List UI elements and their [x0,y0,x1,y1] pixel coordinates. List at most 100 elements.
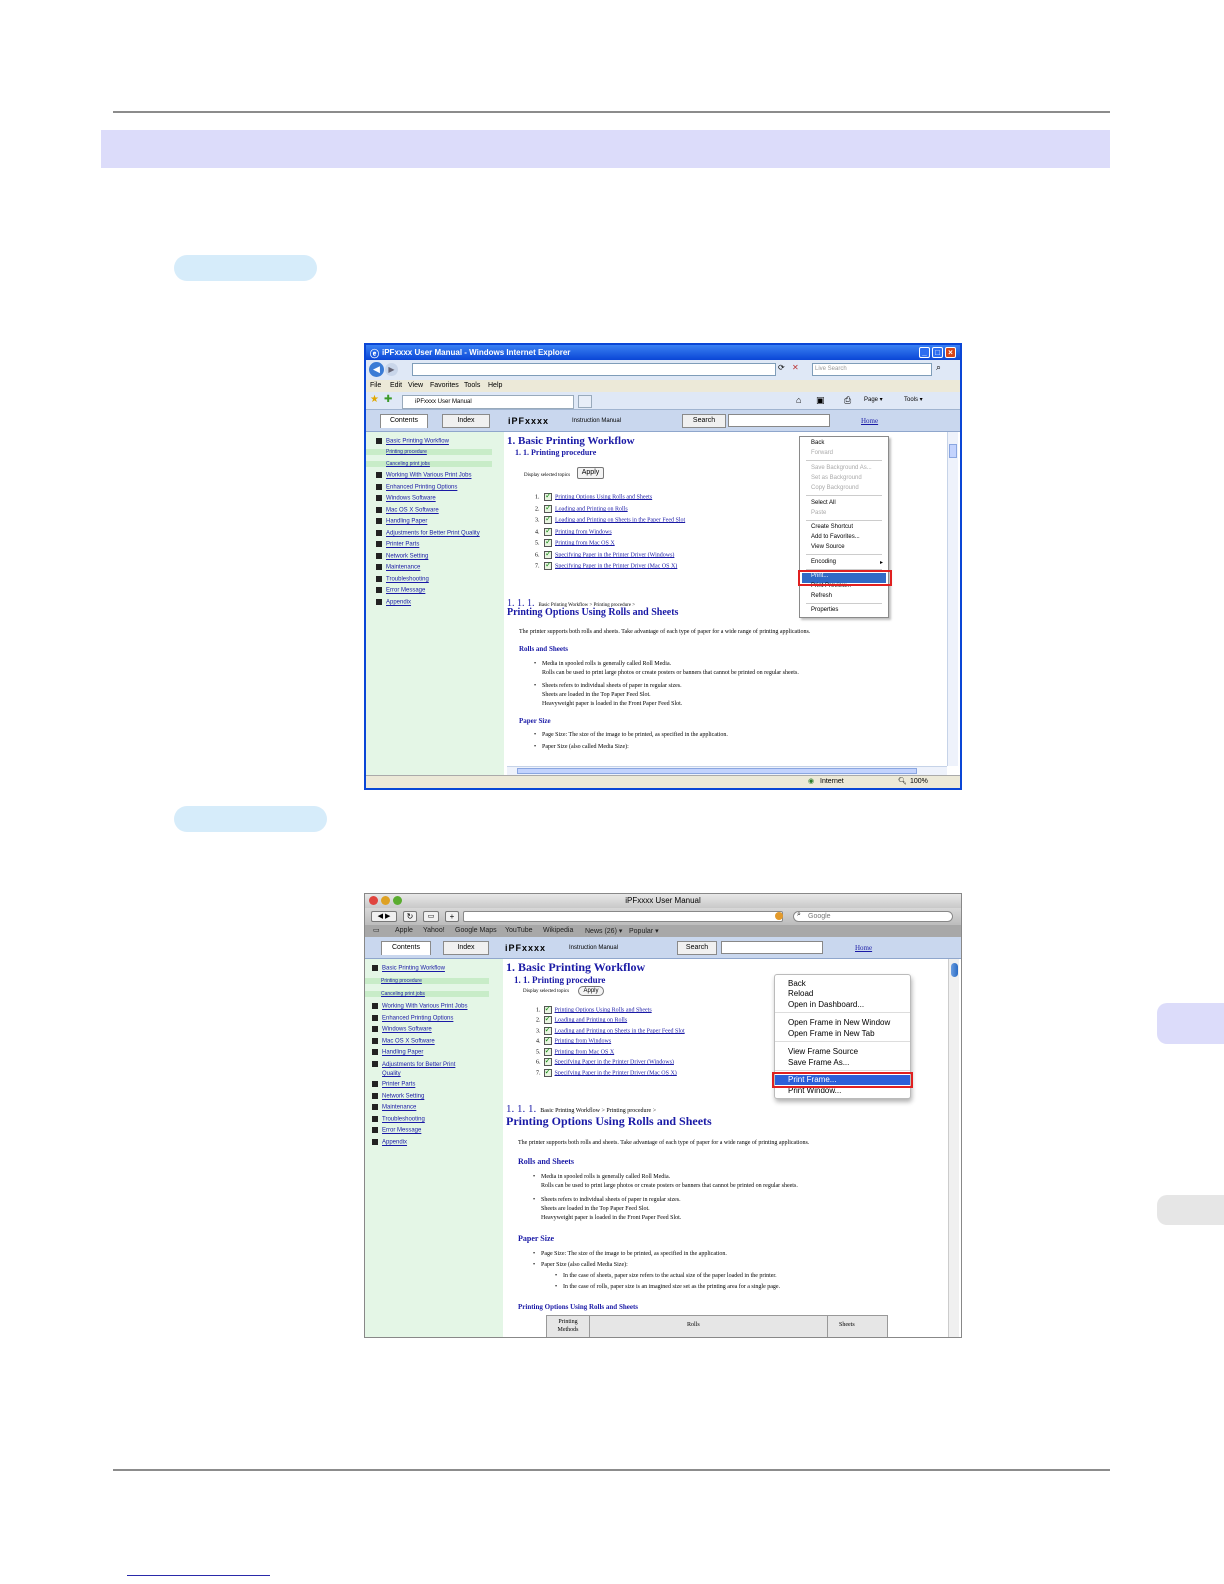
bookmark-apple[interactable]: Apple [395,927,413,934]
nav-item-appendix[interactable]: Appendix [365,1139,407,1146]
nav-item-handling-paper[interactable]: Handling Paper [365,1049,423,1056]
refresh-icon[interactable]: ⟳ [778,363,785,372]
menu-paste[interactable]: Paste [800,510,888,516]
print-icon[interactable]: ⎙ [844,395,851,406]
topic-row-6[interactable]: 6. Specifying Paper in the Printer Drive… [536,1056,674,1066]
menu-help[interactable]: Help [488,382,502,389]
scroll-thumb[interactable] [949,444,957,458]
rss-icon[interactable] [775,912,783,920]
search-button[interactable]: Search [677,941,717,955]
add-favorite-icon[interactable]: ✚ [384,394,392,405]
expand-icon[interactable] [376,541,382,547]
nav-item-enhanced-options[interactable]: Enhanced Printing Options [365,1015,453,1022]
nav-item-error-message[interactable]: Error Message [366,587,425,594]
feeds-icon[interactable]: ▣ [816,395,825,406]
checkbox-icon[interactable] [543,1025,552,1035]
apply-button[interactable]: Apply [577,467,604,479]
topic-row-2[interactable]: 2. Loading and Printing on Rolls [535,503,628,513]
expand-icon[interactable] [376,518,382,524]
bookmark-youtube[interactable]: YouTube [505,927,533,934]
apply-button[interactable]: Apply [578,986,604,996]
nav-item-mac-software[interactable]: Mac OS X Software [365,1038,435,1045]
menu-view[interactable]: View [408,382,423,389]
topic-row-5[interactable]: 5. Printing from Mac OS X [536,1046,614,1056]
add-bookmark-icon[interactable]: + [445,911,459,922]
favorites-star-icon[interactable]: ★ [370,394,379,405]
vertical-scrollbar[interactable] [948,959,959,1337]
topic-row-4[interactable]: 4. Printing from Windows [536,1035,611,1045]
menu-encoding[interactable]: Encoding ▸ [800,559,888,566]
nav-item-canceling-jobs[interactable]: Canceling print jobs [366,461,492,467]
topic-row-1[interactable]: 1. Printing Options Using Rolls and Shee… [536,1004,652,1014]
checkbox-icon[interactable] [544,537,552,547]
menu-create-shortcut[interactable]: Create Shortcut [800,524,888,530]
expand-icon[interactable] [372,1061,378,1068]
nav-item-basic-workflow[interactable]: Basic Printing Workflow [365,965,445,972]
topic-row-7[interactable]: 7. Specifying Paper in the Printer Drive… [535,560,677,570]
browser-tab[interactable]: iPFxxxx User Manual [402,395,574,409]
nav-item-maintenance[interactable]: Maintenance [366,564,420,571]
expand-icon[interactable] [372,1081,378,1087]
address-bar[interactable] [463,911,783,922]
menu-forward[interactable]: Forward [800,450,888,456]
expand-icon[interactable] [372,1127,378,1133]
zoom-icon[interactable]: 🔍︎ [898,777,907,785]
close-icon[interactable]: × [945,347,956,358]
search-input[interactable]: Google [793,911,953,922]
close-icon[interactable] [369,896,378,905]
home-link[interactable]: Home [855,944,872,952]
expand-icon[interactable] [376,599,382,605]
checkbox-icon[interactable] [544,560,552,570]
home-icon[interactable]: ⌂ [796,395,801,405]
home-link[interactable]: Home [861,417,878,425]
nav-item-troubleshooting[interactable]: Troubleshooting [366,576,429,583]
expand-icon[interactable] [376,553,382,559]
scroll-thumb[interactable] [951,963,958,977]
maximize-icon[interactable]: □ [932,347,943,358]
menu-select-all[interactable]: Select All [800,500,888,506]
nav-item-adjustments[interactable]: Adjustments for Better Print Quality [366,530,480,537]
expand-icon[interactable] [376,587,382,593]
checkbox-icon[interactable] [543,1004,552,1014]
back-icon[interactable]: ◀ [369,362,384,377]
nav-item-error-message[interactable]: Error Message [365,1127,421,1134]
topic-row-3[interactable]: 3. Loading and Printing on Sheets in the… [535,514,685,524]
zoom-icon[interactable] [393,896,402,905]
manual-search-input[interactable] [728,414,830,427]
nav-item-various-jobs[interactable]: Working With Various Print Jobs [365,1003,467,1010]
checkbox-icon[interactable] [543,1035,552,1045]
expand-icon[interactable] [372,1038,378,1044]
page-menu[interactable]: Page ▾ [864,396,883,403]
checkbox-icon[interactable] [544,514,552,524]
nav-item-network-setting[interactable]: Network Setting [365,1093,424,1100]
checkbox-icon[interactable] [543,1014,552,1024]
expand-icon[interactable] [372,1026,378,1032]
nav-item-mac-software[interactable]: Mac OS X Software [366,507,439,514]
topic-row-2[interactable]: 2. Loading and Printing on Rolls [536,1014,627,1024]
nav-item-windows-software[interactable]: Windows Software [365,1026,432,1033]
nav-item-network-setting[interactable]: Network Setting [366,553,428,560]
reload-icon[interactable]: ↻ [403,911,417,922]
nav-item-handling-paper[interactable]: Handling Paper [366,518,427,525]
expand-icon[interactable] [376,564,382,570]
expand-icon[interactable] [372,1104,378,1110]
nav-item-basic-workflow[interactable]: Basic Printing Workflow [366,438,449,445]
menu-reload[interactable]: Reload [775,989,910,998]
menu-open-frame-tab[interactable]: Open Frame in New Tab [775,1029,910,1038]
forward-icon[interactable]: ▶ [385,363,398,376]
search-input[interactable]: Live Search [812,363,932,376]
nav-item-maintenance[interactable]: Maintenance [365,1104,416,1111]
menu-back[interactable]: Back [800,440,888,446]
menu-favorites[interactable]: Favorites [430,382,459,389]
back-forward-icon[interactable]: ◀ ▶ [371,911,397,922]
h-scroll-thumb[interactable] [517,768,917,774]
checkbox-icon[interactable] [543,1067,552,1077]
stop-icon[interactable]: ✕ [792,363,799,372]
topic-row-5[interactable]: 5. Printing from Mac OS X [535,537,615,547]
expand-icon[interactable] [372,1049,378,1055]
tab-index[interactable]: Index [443,941,489,955]
bookmark-wikipedia[interactable]: Wikipedia [543,927,573,934]
menu-view-frame-source[interactable]: View Frame Source [775,1047,910,1056]
topic-row-7[interactable]: 7. Specifying Paper in the Printer Drive… [536,1067,677,1077]
checkbox-icon[interactable] [544,526,552,536]
